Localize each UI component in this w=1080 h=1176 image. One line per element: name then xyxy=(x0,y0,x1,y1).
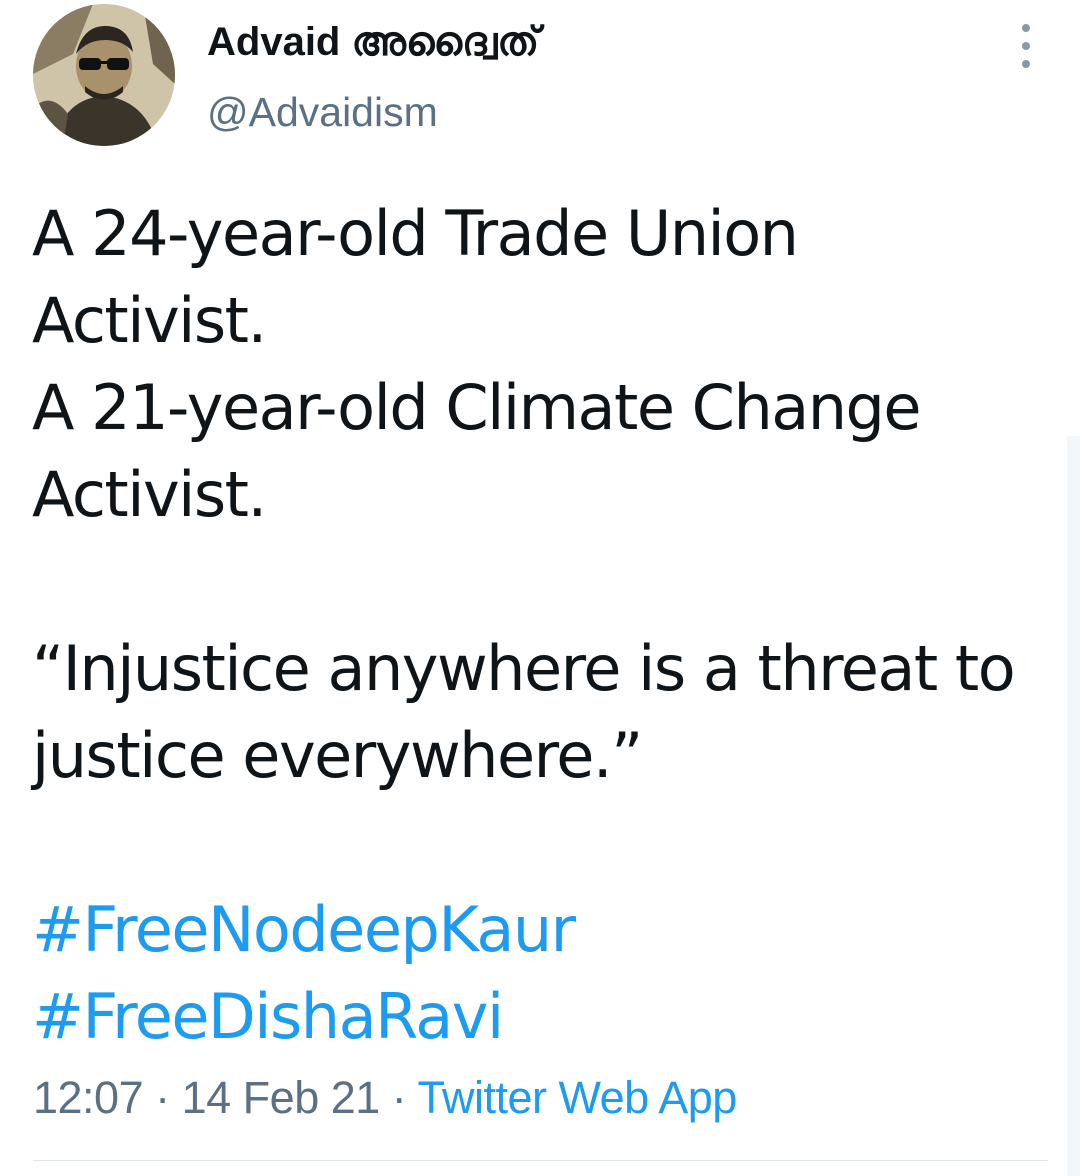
divider xyxy=(33,1160,1048,1161)
hashtag-free-nodeep-kaur[interactable]: #FreeNodeepKaur xyxy=(32,886,1052,973)
tweet-meta: 12:07 · 14 Feb 21 · Twitter Web App xyxy=(33,1070,737,1126)
author-display-name[interactable]: Advaid അദ്വൈത് xyxy=(207,16,539,68)
avatar-image xyxy=(33,4,175,146)
tweet-text-line: Activist. xyxy=(32,458,267,531)
more-vertical-icon-dot xyxy=(1022,42,1030,50)
tweet-time[interactable]: 12:07 xyxy=(33,1072,144,1123)
tweet-text-line: A 21-year-old Climate Change xyxy=(32,371,922,444)
scrollbar-track[interactable] xyxy=(1067,436,1080,1176)
tweet-text-line: Activist. xyxy=(32,284,267,357)
quote-line: justice everywhere.” xyxy=(32,719,643,792)
more-vertical-icon xyxy=(1022,24,1030,32)
tweet-text: A 24-year-old Trade Union Activist. A 21… xyxy=(32,190,1052,1060)
more-options-button[interactable] xyxy=(1008,24,1044,68)
tweet-source-link[interactable]: Twitter Web App xyxy=(417,1072,737,1123)
tweet: Advaid അദ്വൈത് @Advaidism A 24-year-old … xyxy=(0,0,1080,1176)
avatar[interactable] xyxy=(33,4,175,146)
tweet-text-line: A 24-year-old Trade Union xyxy=(32,197,799,270)
tweet-date[interactable]: 14 Feb 21 xyxy=(182,1072,381,1123)
more-vertical-icon-dot xyxy=(1022,60,1030,68)
quote-line: “Injustice anywhere is a threat to xyxy=(32,632,1016,705)
hashtag-free-disha-ravi[interactable]: #FreeDishaRavi xyxy=(32,973,1052,1060)
meta-separator: · xyxy=(143,1072,182,1123)
author-handle[interactable]: @Advaidism xyxy=(207,86,438,138)
meta-separator: · xyxy=(379,1072,418,1123)
